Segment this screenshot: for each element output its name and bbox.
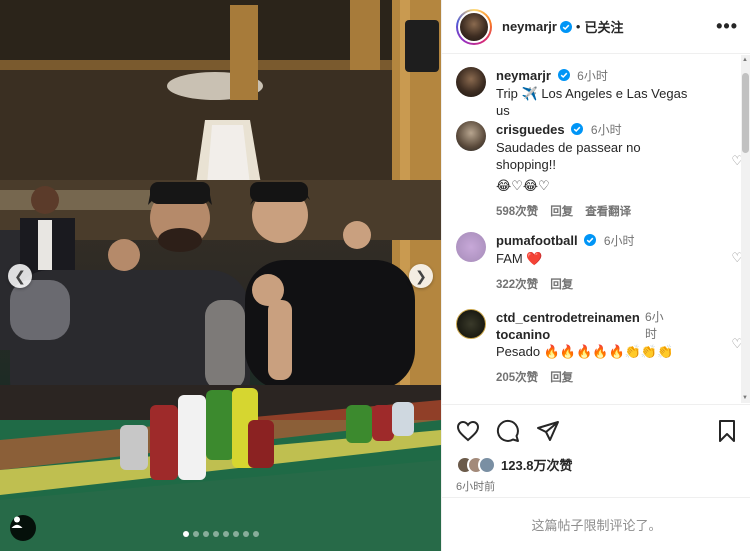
user-icon: [11, 516, 23, 528]
comment-text: Pesado 🔥🔥🔥🔥🔥👏👏👏: [496, 344, 674, 359]
chevron-right-icon: ❯: [415, 267, 427, 284]
comments-scrollbar[interactable]: ▲ ▼: [741, 55, 750, 403]
author-avatar[interactable]: [456, 8, 492, 45]
comment-username[interactable]: crisguedes: [496, 122, 565, 137]
verified-badge-icon: [571, 123, 584, 135]
reply-button[interactable]: 回复: [550, 204, 573, 221]
carousel-dot: [202, 531, 209, 537]
post-timestamp[interactable]: 6小时前: [456, 478, 737, 494]
previous-slide-button[interactable]: ❮: [8, 264, 32, 288]
comment-item: pumafootball 6小时 FAM ❤️ 322次赞 回复: [456, 232, 736, 294]
reply-button[interactable]: 回复: [550, 277, 573, 294]
avatar[interactable]: [456, 232, 486, 262]
liker-avatar: [478, 455, 496, 474]
casino-photo-illustration: [0, 0, 441, 551]
comment-username[interactable]: ctd_centrodetreinamentocanino: [496, 309, 641, 343]
scroll-down-icon[interactable]: ▼: [742, 395, 748, 401]
like-heart-icon[interactable]: [456, 420, 480, 442]
tagged-users-button[interactable]: [10, 515, 36, 541]
carousel-dot: [222, 531, 229, 537]
comment-text: FAM ❤️: [496, 251, 543, 266]
post-header: neymarjr • 已关注 •••: [442, 0, 750, 54]
comment-likes[interactable]: 205次赞: [496, 370, 538, 387]
comment-username[interactable]: pumafootball: [496, 233, 578, 248]
comment-item: crisguedes 6小时 Saudades de passear no sh…: [456, 121, 736, 221]
caption-text: Trip ✈️ Los Angeles e Las Vegas us: [496, 86, 688, 118]
comment-text: Saudades de passear no shopping!!: [496, 140, 641, 172]
verified-badge-icon: [584, 234, 597, 246]
comments-list: neymarjr 6小时 Trip ✈️ Los Angeles e Las V…: [442, 55, 750, 403]
likes-summary[interactable]: 123.8万次赞: [456, 455, 737, 474]
carousel-dot: [212, 531, 219, 537]
next-slide-button[interactable]: ❯: [409, 264, 433, 288]
following-button[interactable]: 已关注: [584, 17, 623, 36]
likes-count[interactable]: 123.8万次赞: [501, 455, 573, 474]
avatar[interactable]: [456, 121, 486, 151]
reply-button[interactable]: 回复: [550, 370, 573, 387]
caption-time[interactable]: 6小时: [577, 69, 608, 83]
carousel-dot: [192, 531, 199, 537]
chevron-left-icon: ❮: [14, 267, 26, 284]
verified-badge-icon: [559, 20, 572, 33]
carousel-dot: [182, 531, 189, 537]
avatar[interactable]: [456, 67, 486, 97]
caption-username[interactable]: neymarjr: [496, 68, 551, 83]
post-photo[interactable]: ❮ ❯: [0, 0, 441, 551]
comment-emoji: 😂♡😂♡: [496, 178, 550, 193]
comments-closed-notice: 这篇帖子限制评论了。: [442, 497, 750, 551]
more-horizontal-icon[interactable]: •••: [716, 16, 738, 37]
avatar[interactable]: [456, 309, 486, 339]
comment-icon[interactable]: [496, 419, 520, 443]
carousel-indicator: [0, 531, 441, 537]
author-username[interactable]: neymarjr: [502, 19, 557, 34]
post-actions: 123.8万次赞 6小时前: [442, 404, 750, 494]
share-send-icon[interactable]: [536, 419, 560, 443]
comment-likes[interactable]: 322次赞: [496, 277, 538, 294]
post-side-panel: neymarjr • 已关注 ••• neymarjr 6小时 Trip ✈️ …: [441, 0, 750, 551]
scroll-up-icon[interactable]: ▲: [742, 57, 748, 63]
verified-badge-icon: [557, 69, 570, 81]
comment-time[interactable]: 6小时: [591, 123, 622, 137]
comment-time[interactable]: 6小时: [604, 234, 635, 248]
caption: neymarjr 6小时 Trip ✈️ Los Angeles e Las V…: [456, 67, 736, 119]
separator-dot: •: [575, 19, 581, 34]
comment-time[interactable]: 6小时: [645, 309, 669, 343]
carousel-dot: [242, 531, 249, 537]
carousel-dot: [252, 531, 259, 537]
bookmark-icon[interactable]: [717, 419, 737, 443]
comment-item: ctd_centrodetreinamentocanino 6小时 Pesado…: [456, 309, 736, 387]
comment-likes[interactable]: 598次赞: [496, 204, 538, 221]
translate-button[interactable]: 查看翻译: [585, 204, 631, 221]
scrollbar-thumb[interactable]: [742, 73, 749, 153]
carousel-dot: [232, 531, 239, 537]
